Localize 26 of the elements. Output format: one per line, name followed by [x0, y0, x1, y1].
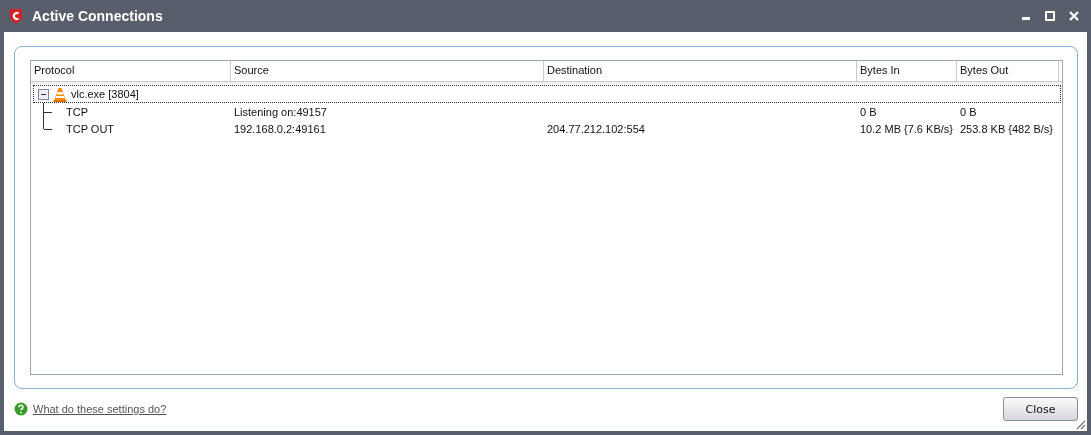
- help-link[interactable]: What do these settings do?: [33, 403, 167, 415]
- column-header[interactable]: Source: [231, 61, 544, 81]
- process-row[interactable]: vlc.exe [3804]: [33, 85, 1061, 103]
- close-button[interactable]: Close: [1003, 397, 1078, 421]
- protocol-cell: TCP: [66, 105, 88, 118]
- destination-cell: 204.77.212.102:554: [547, 122, 645, 135]
- traffic-cone-icon: [53, 86, 67, 102]
- bytes-in-cell: 10.2 MB {7.6 KB/s}: [860, 122, 953, 135]
- bytes-out-cell: 0 B: [960, 105, 977, 118]
- close-icon[interactable]: [1069, 11, 1079, 21]
- help-icon: [14, 402, 28, 416]
- window-title: Active Connections: [32, 8, 163, 24]
- shield-icon: [8, 8, 24, 24]
- bytes-out-cell: 253.8 KB {482 B/s}: [960, 122, 1053, 135]
- protocol-cell: TCP OUT: [66, 122, 115, 135]
- bytes-in-cell: 0 B: [860, 105, 877, 118]
- column-header[interactable]: Destination: [544, 61, 857, 81]
- collapse-icon[interactable]: [38, 88, 49, 100]
- source-cell: Listening on:49157: [234, 105, 327, 118]
- resize-grip-icon[interactable]: [1076, 420, 1086, 430]
- column-header[interactable]: Bytes Out: [957, 61, 1059, 81]
- column-header[interactable]: Bytes In: [857, 61, 957, 81]
- column-header[interactable]: Protocol: [31, 61, 231, 81]
- maximize-icon[interactable]: [1045, 11, 1055, 21]
- source-cell: 192.168.0.2:49161: [234, 122, 326, 135]
- process-name: vlc.exe [3804]: [71, 88, 139, 100]
